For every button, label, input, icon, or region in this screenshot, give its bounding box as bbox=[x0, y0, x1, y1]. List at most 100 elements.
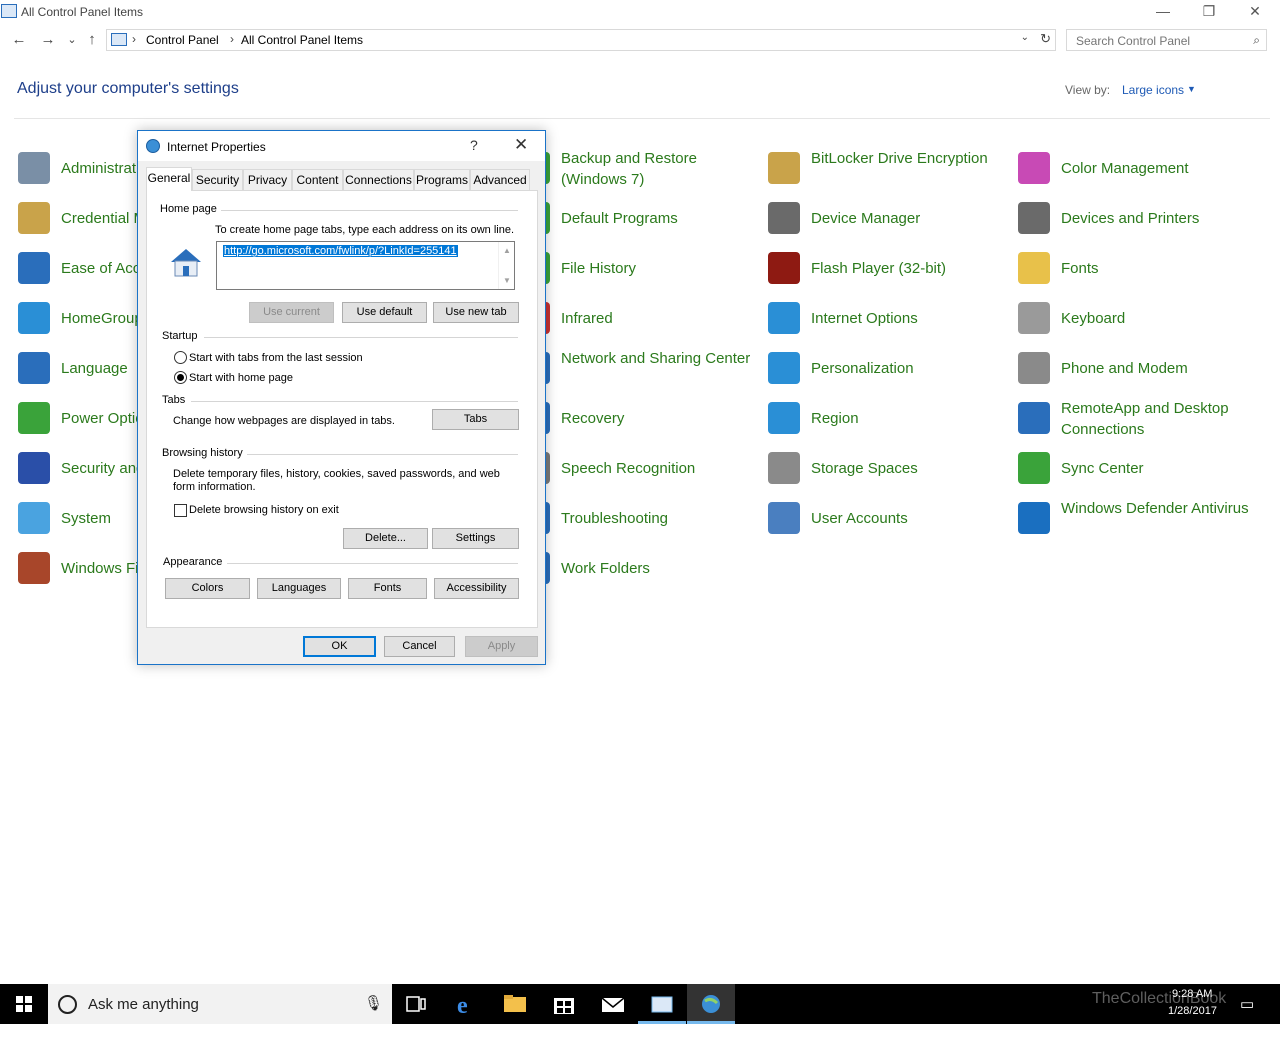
tab-security[interactable]: Security bbox=[192, 169, 243, 190]
cp-item-label: Keyboard bbox=[1061, 310, 1126, 327]
tab-general[interactable]: General bbox=[146, 167, 192, 191]
browsing-history-description: Delete temporary files, history, cookies… bbox=[173, 468, 500, 493]
device-manager-icon bbox=[768, 202, 800, 234]
ok-button[interactable]: OK bbox=[303, 636, 376, 657]
store-icon[interactable] bbox=[540, 984, 588, 1024]
cancel-button[interactable]: Cancel bbox=[384, 636, 455, 657]
restore-button[interactable]: ❐ bbox=[1186, 0, 1232, 24]
breadcrumb-control-panel[interactable]: Control Panel bbox=[146, 33, 219, 47]
chevron-right-icon[interactable]: › bbox=[132, 32, 136, 46]
cortana-icon[interactable] bbox=[58, 995, 77, 1014]
internet-options-taskbar-icon[interactable] bbox=[687, 984, 735, 1024]
cortana-search-placeholder[interactable]: Ask me anything bbox=[88, 996, 199, 1013]
breadcrumb-all-items[interactable]: All Control Panel Items bbox=[241, 33, 363, 47]
languages-button[interactable]: Languages bbox=[257, 578, 341, 599]
apply-button[interactable]: Apply bbox=[465, 636, 538, 657]
cp-item-personalization[interactable]: Personalization bbox=[768, 348, 1008, 388]
task-view-icon[interactable] bbox=[392, 984, 440, 1024]
cp-item-color-management[interactable]: Color Management bbox=[1018, 148, 1258, 188]
search-box[interactable]: ⌕ bbox=[1066, 29, 1267, 51]
cp-item-keyboard[interactable]: Keyboard bbox=[1018, 298, 1258, 338]
view-by-label: View by: bbox=[1065, 83, 1111, 97]
cp-item-devices-and-printers[interactable]: Devices and Printers bbox=[1018, 198, 1258, 238]
cp-item-sync-center[interactable]: Sync Center bbox=[1018, 448, 1258, 488]
radio-home-page[interactable] bbox=[174, 371, 187, 384]
back-arrow-icon[interactable]: ← bbox=[9, 30, 29, 50]
cp-item-file-history[interactable]: File History bbox=[518, 248, 758, 288]
accessibility-button[interactable]: Accessibility bbox=[434, 578, 519, 599]
cp-item-user-accounts[interactable]: User Accounts bbox=[768, 498, 1008, 538]
cp-item-region[interactable]: Region bbox=[768, 398, 1008, 438]
cp-item-work-folders[interactable]: Work Folders bbox=[518, 548, 758, 588]
cortana-search-box[interactable]: Ask me anything 🎙 bbox=[48, 984, 392, 1024]
start-windows-icon[interactable] bbox=[0, 984, 48, 1024]
radio-last-session[interactable] bbox=[174, 351, 187, 364]
clock-date[interactable]: 1/28/2017 bbox=[1168, 1005, 1217, 1045]
address-bar[interactable]: › Control Panel › All Control Panel Item… bbox=[106, 29, 1056, 51]
search-input[interactable] bbox=[1074, 33, 1244, 49]
home-page-url-field[interactable]: http://go.microsoft.com/fwlink/p/?LinkId… bbox=[216, 241, 515, 290]
search-icon[interactable]: ⌕ bbox=[1253, 33, 1260, 48]
chevron-down-icon[interactable]: ⌄ bbox=[1021, 32, 1029, 43]
delete-on-exit-label[interactable]: Delete browsing history on exit bbox=[189, 504, 339, 516]
history-settings-button[interactable]: Settings bbox=[432, 528, 519, 549]
cp-item-fonts[interactable]: Fonts bbox=[1018, 248, 1258, 288]
tab-programs[interactable]: Programs bbox=[414, 169, 470, 190]
use-new-tab-button[interactable]: Use new tab bbox=[433, 302, 519, 323]
microphone-icon[interactable]: 🎙 bbox=[364, 994, 383, 1012]
colors-button[interactable]: Colors bbox=[165, 578, 250, 599]
cp-item-phone-and-modem[interactable]: Phone and Modem bbox=[1018, 348, 1258, 388]
cp-item-label: Storage Spaces bbox=[811, 460, 918, 477]
cp-item-infrared[interactable]: Infrared bbox=[518, 298, 758, 338]
use-current-button[interactable]: Use current bbox=[249, 302, 334, 323]
cp-item-troubleshooting[interactable]: Troubleshooting bbox=[518, 498, 758, 538]
scroll-up-icon[interactable]: ▲ bbox=[503, 246, 511, 255]
file-explorer-icon[interactable] bbox=[491, 984, 539, 1024]
dialog-close-button[interactable]: ✕ bbox=[514, 135, 528, 155]
tab-content[interactable]: Content bbox=[292, 169, 343, 190]
scrollbar[interactable]: ▲ ▼ bbox=[498, 242, 514, 289]
recent-locations-icon[interactable]: ⌄ bbox=[62, 30, 82, 50]
mail-icon[interactable] bbox=[589, 984, 637, 1024]
up-arrow-icon[interactable]: ↑ bbox=[82, 30, 102, 50]
cp-item-backup-and-restore-windows-7[interactable]: Backup and Restore (Windows 7) bbox=[518, 148, 758, 188]
chevron-right-icon[interactable]: › bbox=[230, 32, 234, 46]
refresh-icon[interactable]: ↻ bbox=[1040, 31, 1051, 47]
cp-item-storage-spaces[interactable]: Storage Spaces bbox=[768, 448, 1008, 488]
close-window-button[interactable]: ✕ bbox=[1232, 0, 1278, 24]
delete-history-button[interactable]: Delete... bbox=[343, 528, 428, 549]
radio-home-page-label[interactable]: Start with home page bbox=[189, 372, 293, 384]
cp-item-default-programs[interactable]: Default Programs bbox=[518, 198, 758, 238]
cp-item-network-and-sharing-center[interactable]: Network and Sharing Center bbox=[518, 348, 758, 388]
delete-on-exit-checkbox[interactable] bbox=[174, 504, 187, 517]
tab-advanced[interactable]: Advanced bbox=[470, 169, 530, 190]
notifications-icon[interactable]: ▭ bbox=[1240, 995, 1254, 1035]
minimize-button[interactable]: — bbox=[1140, 0, 1186, 24]
forward-arrow-icon[interactable]: → bbox=[38, 30, 58, 50]
control-panel-taskbar-icon[interactable] bbox=[638, 984, 686, 1024]
cp-item-flash-player-32-bit[interactable]: Flash Player (32-bit) bbox=[768, 248, 1008, 288]
cp-item-bitlocker-drive-encryption[interactable]: BitLocker Drive Encryption bbox=[768, 148, 1008, 188]
cp-item-device-manager[interactable]: Device Manager bbox=[768, 198, 1008, 238]
scroll-down-icon[interactable]: ▼ bbox=[503, 276, 511, 285]
cp-item-recovery[interactable]: Recovery bbox=[518, 398, 758, 438]
tab-privacy[interactable]: Privacy bbox=[243, 169, 292, 190]
tab-connections[interactable]: Connections bbox=[343, 169, 414, 190]
cp-item-windows-defender-antivirus[interactable]: Windows Defender Antivirus bbox=[1018, 498, 1258, 538]
internet-globe-icon bbox=[146, 139, 160, 153]
storage-spaces-icon bbox=[768, 452, 800, 484]
edge-browser-icon[interactable]: e bbox=[443, 984, 491, 1024]
radio-last-session-label[interactable]: Start with tabs from the last session bbox=[189, 352, 363, 364]
cp-item-remoteapp-and-desktop-connections[interactable]: RemoteApp and Desktop Connections bbox=[1018, 398, 1258, 438]
tabs-settings-button[interactable]: Tabs bbox=[432, 409, 519, 430]
cp-item-speech-recognition[interactable]: Speech Recognition bbox=[518, 448, 758, 488]
caret-down-icon[interactable]: ▼ bbox=[1187, 84, 1196, 94]
cp-item-internet-options[interactable]: Internet Options bbox=[768, 298, 1008, 338]
help-button[interactable]: ? bbox=[470, 137, 478, 153]
cp-item-label: RemoteApp and Desktop Connections bbox=[1061, 400, 1229, 438]
cp-item-label: Color Management bbox=[1061, 160, 1189, 177]
fonts-button[interactable]: Fonts bbox=[348, 578, 427, 599]
use-default-button[interactable]: Use default bbox=[342, 302, 427, 323]
view-by-dropdown[interactable]: Large icons bbox=[1122, 83, 1184, 97]
home-page-url[interactable]: http://go.microsoft.com/fwlink/p/?LinkId… bbox=[223, 245, 458, 257]
